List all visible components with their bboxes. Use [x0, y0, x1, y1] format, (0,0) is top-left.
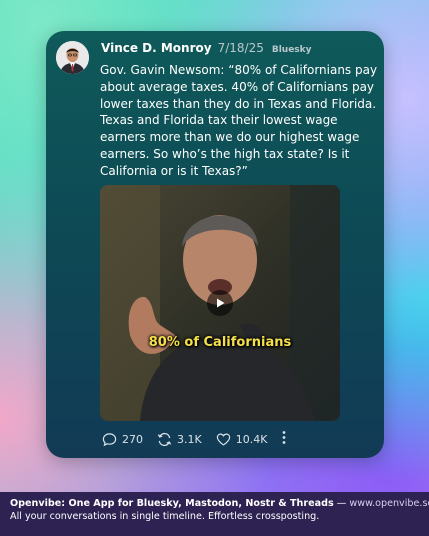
- promo-footer: Openvibe: One App for Bluesky, Mastodon,…: [0, 492, 429, 536]
- post-header: Vince D. Monroy 7/18/25 Bluesky: [101, 41, 312, 57]
- reply-count: 270: [122, 432, 143, 446]
- repost-button[interactable]: 3.1K: [157, 432, 202, 447]
- video-caption: 80% of Californians: [148, 335, 292, 350]
- post-date[interactable]: 7/18/25: [218, 41, 264, 55]
- repost-icon: [157, 432, 172, 446]
- promo-line: Openvibe: One App for Bluesky, Mastodon,…: [10, 497, 429, 510]
- repost-count: 3.1K: [177, 432, 202, 446]
- post-text: Gov. Gavin Newsom: “80% of Californians …: [100, 63, 378, 178]
- heart-icon: [216, 433, 230, 446]
- reply-button[interactable]: 270: [102, 432, 143, 447]
- promo-headline: Openvibe: One App for Bluesky, Mastodon,…: [10, 498, 334, 509]
- post-actions: 270 3.1K 10.4K: [102, 430, 287, 448]
- reply-icon: [102, 432, 117, 446]
- more-button[interactable]: [281, 430, 287, 448]
- more-icon: [283, 431, 286, 444]
- avatar[interactable]: [56, 41, 89, 74]
- author-name[interactable]: Vince D. Monroy: [101, 41, 212, 55]
- like-count: 10.4K: [235, 432, 268, 446]
- promo-url[interactable]: www.openvibe.social: [349, 498, 429, 509]
- post-card[interactable]: Vince D. Monroy 7/18/25 Bluesky Gov. Gav…: [46, 31, 384, 458]
- video-player[interactable]: 80% of Californians: [100, 185, 340, 421]
- play-icon: [217, 298, 225, 308]
- play-button[interactable]: [207, 290, 233, 316]
- network-badge: Bluesky: [271, 45, 312, 55]
- promo-separator: —: [336, 498, 347, 509]
- promo-tagline: All your conversations in single timelin…: [10, 511, 320, 522]
- like-button[interactable]: 10.4K: [216, 432, 268, 447]
